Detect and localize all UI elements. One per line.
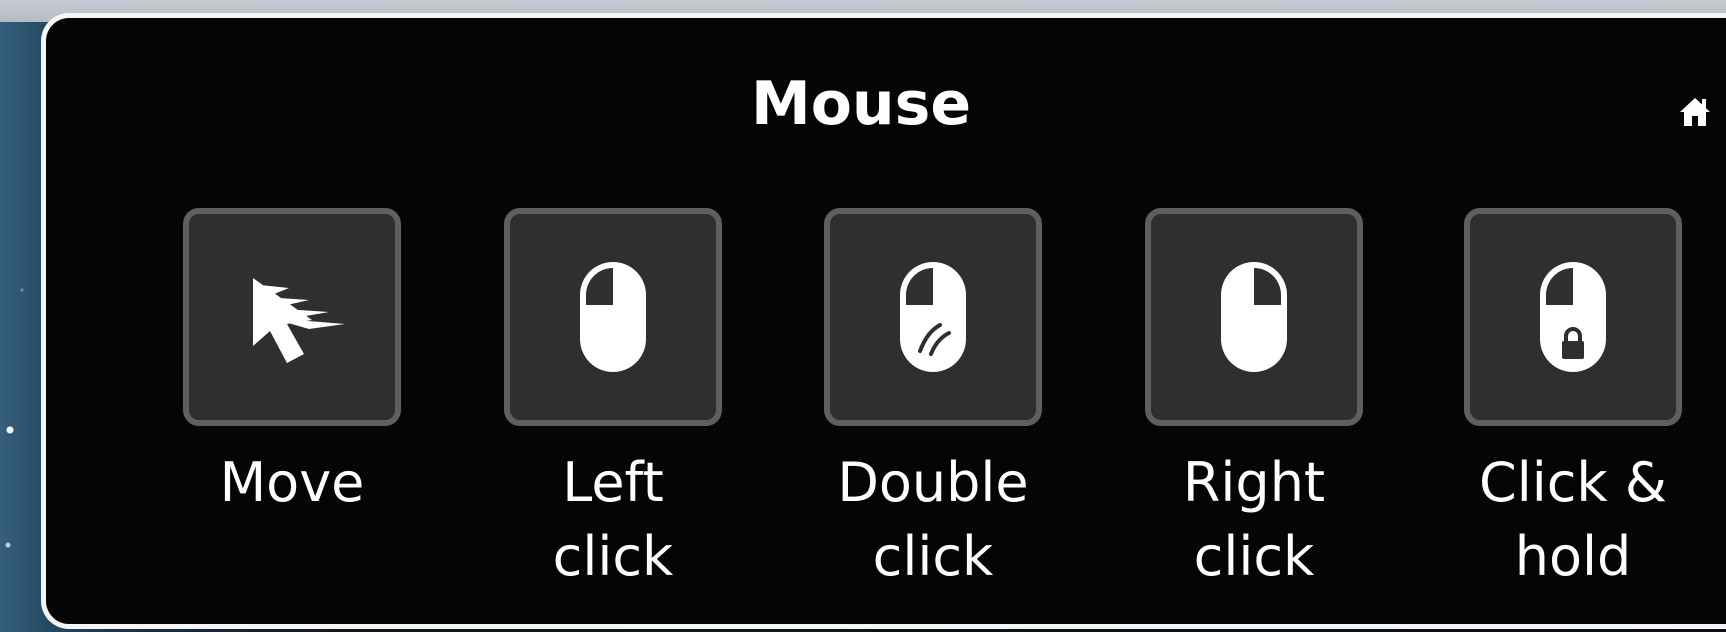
left-click-label: Left click [464,446,762,594]
left-click-mouse-icon [580,262,646,372]
left-click-button[interactable] [504,208,722,426]
move-label: Move [143,446,441,520]
left-click-label-line-1: Left [562,451,664,514]
move-label-line-1: Move [219,451,365,514]
double-click-mouse-icon [900,262,966,372]
click-hold-button[interactable] [1464,208,1682,426]
double-click-label-line-1: Double [837,451,1029,514]
right-click-label-line-2: click [1193,525,1315,588]
panel-title: Mouse [751,69,972,139]
double-click-label: Double click [784,446,1082,594]
click-hold-label: Click & hold [1424,446,1722,594]
click-hold-label-line-1: Click & [1479,451,1667,514]
right-click-label-line-1: Right [1182,451,1326,514]
click-hold-mouse-icon [1540,262,1606,372]
click-hold-label-line-2: hold [1514,525,1632,588]
home-icon[interactable] [1677,94,1713,130]
double-click-label-line-2: click [872,525,994,588]
move-button[interactable] [183,208,401,426]
double-click-button[interactable] [824,208,1042,426]
right-click-button[interactable] [1145,208,1363,426]
right-click-label: Right click [1105,446,1403,594]
right-click-mouse-icon [1221,262,1287,372]
left-click-label-line-2: click [552,525,674,588]
move-cursor-icon [253,278,345,363]
mouse-control-panel: Mouse Move Left click Double click Right… [41,13,1726,629]
